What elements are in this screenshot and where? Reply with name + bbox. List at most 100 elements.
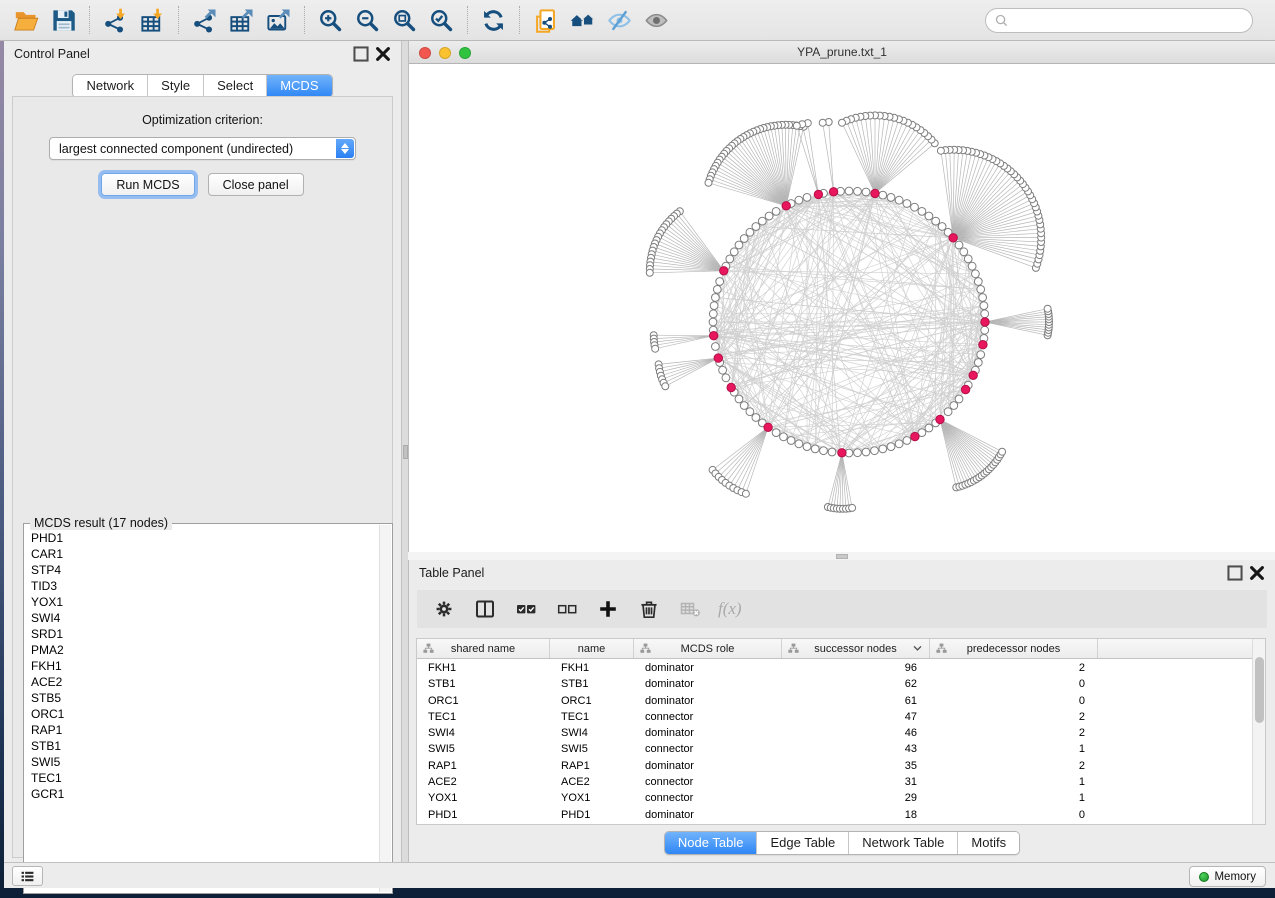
zoom-fit-button[interactable] [386,3,423,37]
mcds-result-scrollbar[interactable] [379,525,391,892]
window-zoom-button[interactable] [459,47,471,59]
memory-button[interactable]: Memory [1189,866,1266,887]
select-all-button[interactable] [513,595,539,623]
mcds-result-item[interactable]: GCR1 [25,786,379,802]
table-row[interactable]: PHD1PHD1dominator180 [417,807,1252,823]
add-column-icon [597,598,619,620]
toolbar-separator [467,6,468,34]
gear-button[interactable] [431,595,457,623]
table-tab-motifs[interactable]: Motifs [958,832,1019,854]
toolbar-separator [178,6,179,34]
cell-mcds_role: dominator [634,758,782,774]
columns-icon [474,598,496,620]
table-tab-node-table[interactable]: Node Table [665,832,758,854]
network-canvas[interactable]: .rn{fill:#ffffff;stroke:#7d7d7d;stroke-w… [409,64,1275,552]
network-graph[interactable]: .rn{fill:#ffffff;stroke:#7d7d7d;stroke-w… [409,64,1275,552]
table-row[interactable]: STB1STB1dominator620 [417,676,1252,692]
cell-mcds_role: dominator [634,660,782,676]
show-all-button[interactable] [638,3,675,37]
divider-grip[interactable] [403,445,408,459]
table-row[interactable]: ACE2ACE2connector311 [417,774,1252,790]
zoom-selected-button[interactable] [423,3,460,37]
optimization-criterion-select[interactable]: largest connected component (undirected) [49,137,356,160]
hide-selected-button[interactable] [601,3,638,37]
mcds-result-item[interactable]: CAR1 [25,546,379,562]
float-table-panel-button[interactable] [1227,565,1243,581]
mcds-result-item[interactable]: TID3 [25,578,379,594]
column-header-predecessor-nodes[interactable]: predecessor nodes [930,639,1098,658]
run-mcds-button[interactable]: Run MCDS [101,173,194,196]
control-tab-network[interactable]: Network [73,75,148,97]
zoom-out-button[interactable] [349,3,386,37]
divider-grip[interactable] [836,554,848,559]
deselect-all-icon [556,598,578,620]
attribute-tree-icon [423,643,434,654]
import-network-button[interactable] [97,3,134,37]
node-table-header: shared namenameMCDS rolesuccessor nodesp… [417,639,1265,659]
control-tab-mcds[interactable]: MCDS [267,75,331,97]
table-scrollbar[interactable] [1252,639,1265,824]
add-column-button[interactable] [595,595,621,623]
mcds-result-item[interactable]: FKH1 [25,658,379,674]
horizontal-split-divider[interactable] [408,552,1275,560]
window-close-button[interactable] [419,47,431,59]
share-document-button[interactable] [527,3,564,37]
mcds-result-item[interactable]: RAP1 [25,722,379,738]
column-header-name[interactable]: name [550,639,634,658]
table-tab-edge-table[interactable]: Edge Table [757,832,849,854]
table-row[interactable]: ORC1ORC1dominator610 [417,693,1252,709]
mcds-result-item[interactable]: SWI4 [25,610,379,626]
refresh-view-button[interactable] [475,3,512,37]
control-tab-select[interactable]: Select [204,75,267,97]
mcds-result-item[interactable]: TEC1 [25,770,379,786]
export-network-button[interactable] [186,3,223,37]
mcds-result-item[interactable]: STB1 [25,738,379,754]
mcds-result-item[interactable]: PHD1 [25,530,379,546]
mcds-result-item[interactable]: ORC1 [25,706,379,722]
table-row[interactable]: SWI5SWI5connector431 [417,741,1252,757]
cell-name: RAP1 [550,758,634,774]
column-header-mcds-role[interactable]: MCDS role [634,639,782,658]
open-file-button[interactable] [8,3,45,37]
export-table-button[interactable] [223,3,260,37]
table-row[interactable]: SWI4SWI4dominator462 [417,725,1252,741]
column-header-shared-name[interactable]: shared name [417,639,550,658]
save-session-button[interactable] [45,3,82,37]
mcds-result-item[interactable]: STP4 [25,562,379,578]
export-image-button[interactable] [260,3,297,37]
close-panel-button[interactable] [375,46,391,62]
first-neighbors-button[interactable] [564,3,601,37]
mcds-result-item[interactable]: ACE2 [25,674,379,690]
cell-successor_nodes: 43 [782,741,930,757]
table-row[interactable]: YOX1YOX1connector291 [417,790,1252,806]
search-input[interactable] [1008,10,1252,31]
control-tab-style[interactable]: Style [148,75,204,97]
table-tab-network-table[interactable]: Network Table [849,832,958,854]
table-row[interactable]: TEC1TEC1connector472 [417,709,1252,725]
close-table-panel-button[interactable] [1249,565,1265,581]
mcds-result-item[interactable]: SWI5 [25,754,379,770]
table-scrollbar-thumb[interactable] [1255,657,1264,723]
cell-shared_name: RAP1 [417,758,550,774]
window-minimize-button[interactable] [439,47,451,59]
table-panel-header: Table Panel [409,560,1275,586]
mcds-result-item[interactable]: YOX1 [25,594,379,610]
close-panel-action-button[interactable]: Close panel [208,173,304,196]
mcds-result-item[interactable]: STB5 [25,690,379,706]
import-table-button[interactable] [134,3,171,37]
table-row[interactable]: RAP1RAP1dominator352 [417,758,1252,774]
mcds-result-item[interactable]: PMA2 [25,642,379,658]
mcds-result-item[interactable]: SRD1 [25,626,379,642]
float-panel-button[interactable] [353,46,369,62]
export-table-icon [228,7,255,34]
show-panels-button[interactable] [12,866,43,886]
column-header-successor-nodes[interactable]: successor nodes [782,639,930,658]
table-row[interactable]: FKH1FKH1dominator962 [417,660,1252,676]
hide-selected-icon [606,7,633,34]
zoom-in-button[interactable] [312,3,349,37]
columns-button[interactable] [472,595,498,623]
delete-column-button[interactable] [636,595,662,623]
cell-successor_nodes: 47 [782,709,930,725]
cell-predecessor_nodes: 1 [930,741,1098,757]
deselect-all-button[interactable] [554,595,580,623]
